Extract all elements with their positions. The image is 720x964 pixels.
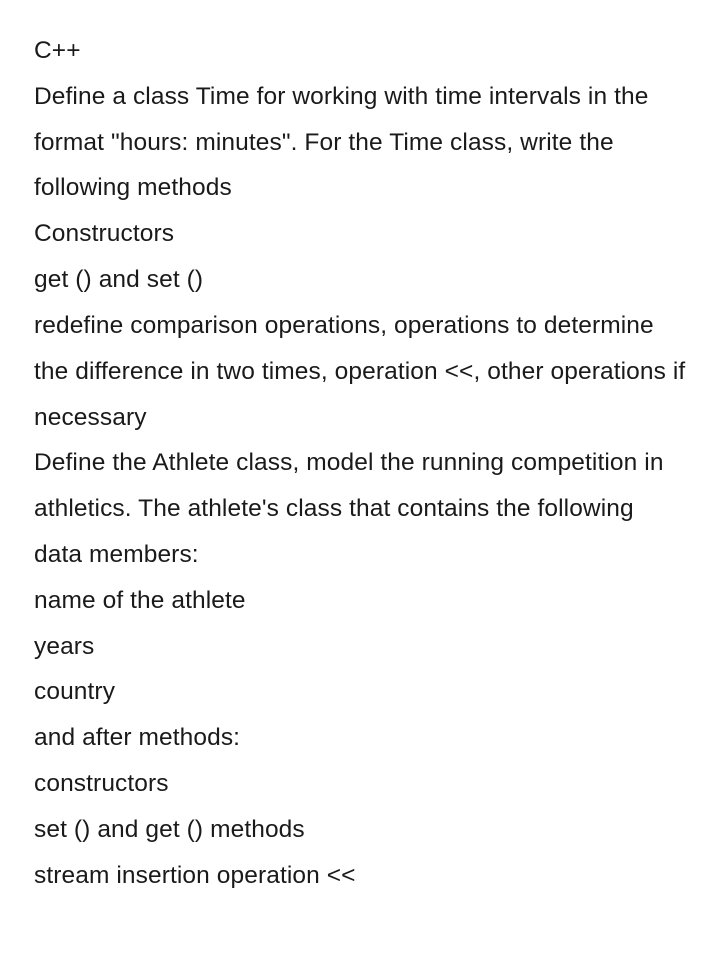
text-line: Constructors <box>34 211 686 257</box>
text-line: years <box>34 624 686 670</box>
text-line: and after methods: <box>34 715 686 761</box>
text-line: name of the athlete <box>34 578 686 624</box>
text-line: country <box>34 669 686 715</box>
text-line: get () and set () <box>34 257 686 303</box>
text-line: Define the Athlete class, model the runn… <box>34 440 686 577</box>
text-line: set () and get () methods <box>34 807 686 853</box>
text-line: redefine comparison operations, operatio… <box>34 303 686 440</box>
text-line: C++ <box>34 28 686 74</box>
document-content: C++ Define a class Time for working with… <box>34 28 686 898</box>
text-line: constructors <box>34 761 686 807</box>
text-line: stream insertion operation << <box>34 853 686 899</box>
text-line: Define a class Time for working with tim… <box>34 74 686 211</box>
